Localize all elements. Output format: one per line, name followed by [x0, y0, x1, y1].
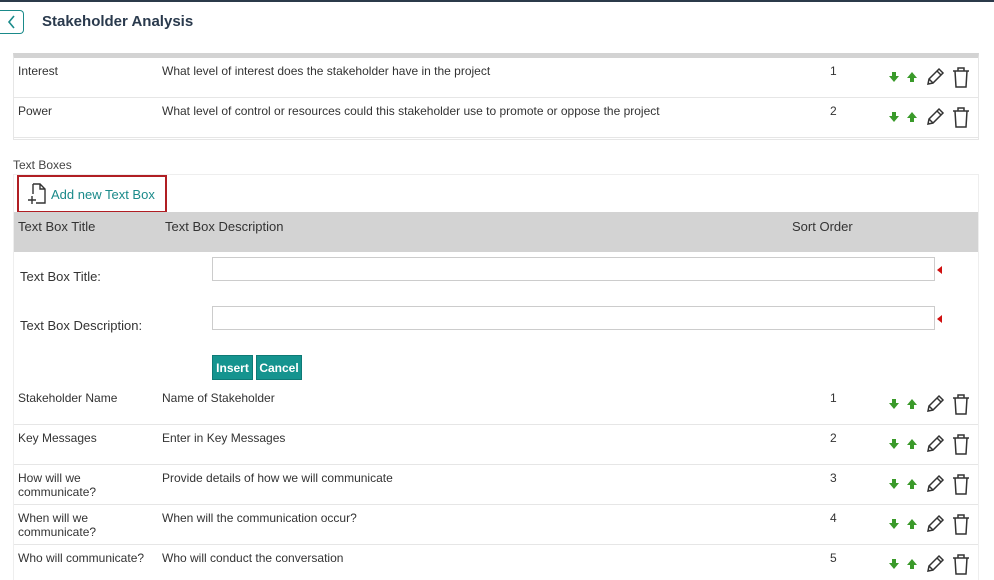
table-row: How will we communicate? Provide details… — [14, 465, 978, 505]
move-down-icon[interactable] — [888, 518, 900, 530]
cancel-button[interactable]: Cancel — [256, 355, 302, 380]
row-actions — [888, 433, 972, 455]
row-description: Enter in Key Messages — [162, 431, 286, 445]
row-title: Stakeholder Name — [18, 391, 118, 405]
row-actions — [888, 513, 972, 535]
delete-icon[interactable] — [950, 433, 972, 455]
move-up-icon[interactable] — [906, 111, 918, 123]
chevron-left-icon — [7, 15, 15, 29]
row-description: Provide details of how we will communica… — [162, 471, 393, 485]
move-down-icon[interactable] — [888, 111, 900, 123]
edit-icon[interactable] — [924, 433, 946, 455]
row-title: How will we communicate? — [18, 471, 97, 499]
move-up-icon[interactable] — [906, 478, 918, 490]
row-title: Power — [18, 104, 53, 118]
edit-icon[interactable] — [924, 66, 946, 88]
insert-button[interactable]: Insert — [212, 355, 253, 380]
page-title: Stakeholder Analysis — [42, 13, 194, 30]
move-up-icon[interactable] — [906, 398, 918, 410]
row-actions — [888, 106, 972, 128]
row-description: Name of Stakeholder — [162, 391, 275, 405]
move-down-icon[interactable] — [888, 478, 900, 490]
add-document-icon — [28, 183, 46, 204]
row-order: 2 — [830, 104, 837, 118]
row-title: Interest — [18, 64, 59, 78]
row-actions — [888, 473, 972, 495]
back-button[interactable] — [0, 10, 24, 34]
edit-icon[interactable] — [924, 553, 946, 575]
move-down-icon[interactable] — [888, 558, 900, 570]
top-border — [0, 0, 994, 2]
add-text-box-button[interactable]: Add new Text Box — [17, 175, 167, 213]
delete-icon[interactable] — [950, 513, 972, 535]
table-row: Key Messages Enter in Key Messages 2 — [14, 425, 978, 465]
table-row: When will we communicate? When will the … — [14, 505, 978, 545]
row-description: Who will conduct the conversation — [162, 551, 344, 565]
edit-icon[interactable] — [924, 393, 946, 415]
row-title: When will we communicate? — [18, 511, 97, 539]
table-row: Power What level of control or resources… — [14, 98, 978, 138]
text-box-description-input[interactable] — [212, 306, 935, 330]
edit-icon[interactable] — [924, 106, 946, 128]
row-order: 1 — [830, 391, 837, 405]
row-order: 1 — [830, 64, 837, 78]
column-header-description: Text Box Description — [165, 219, 284, 234]
title-field-label: Text Box Title: — [20, 269, 101, 284]
row-actions — [888, 66, 972, 88]
row-actions — [888, 393, 972, 415]
column-header-title: Text Box Title — [18, 219, 96, 234]
description-field-label: Text Box Description: — [20, 318, 143, 333]
move-up-icon[interactable] — [906, 518, 918, 530]
row-description: What level of control or resources could… — [162, 104, 660, 118]
delete-icon[interactable] — [950, 106, 972, 128]
move-up-icon[interactable] — [906, 438, 918, 450]
move-down-icon[interactable] — [888, 71, 900, 83]
move-down-icon[interactable] — [888, 398, 900, 410]
text-box-title-input[interactable] — [212, 257, 935, 281]
delete-icon[interactable] — [950, 66, 972, 88]
required-indicator-icon — [937, 266, 942, 274]
required-indicator-icon — [937, 315, 942, 323]
delete-icon[interactable] — [950, 553, 972, 575]
row-order: 2 — [830, 431, 837, 445]
row-description: When will the communication occur? — [162, 511, 357, 525]
delete-icon[interactable] — [950, 473, 972, 495]
row-title: Key Messages — [18, 431, 97, 445]
move-down-icon[interactable] — [888, 438, 900, 450]
text-boxes-table-header: Text Box Title Text Box Description Sort… — [14, 212, 978, 252]
table-row: Stakeholder Name Name of Stakeholder 1 — [14, 385, 978, 425]
edit-icon[interactable] — [924, 513, 946, 535]
column-header-sort-order: Sort Order — [792, 219, 853, 234]
table-row: Interest What level of interest does the… — [14, 58, 978, 98]
move-up-icon[interactable] — [906, 558, 918, 570]
row-description: What level of interest does the stakehol… — [162, 64, 491, 78]
edit-icon[interactable] — [924, 473, 946, 495]
move-up-icon[interactable] — [906, 71, 918, 83]
criteria-panel: Interest What level of interest does the… — [13, 53, 979, 140]
row-order: 4 — [830, 511, 837, 525]
row-actions — [888, 553, 972, 575]
row-order: 3 — [830, 471, 837, 485]
delete-icon[interactable] — [950, 393, 972, 415]
text-boxes-section-label: Text Boxes — [13, 158, 72, 172]
table-row: Who will communicate? Who will conduct t… — [14, 545, 978, 580]
add-text-box-label: Add new Text Box — [51, 186, 155, 202]
text-boxes-panel: Add new Text Box Text Box Title Text Box… — [13, 174, 979, 580]
row-title: Who will communicate? — [18, 551, 145, 565]
row-order: 5 — [830, 551, 837, 565]
